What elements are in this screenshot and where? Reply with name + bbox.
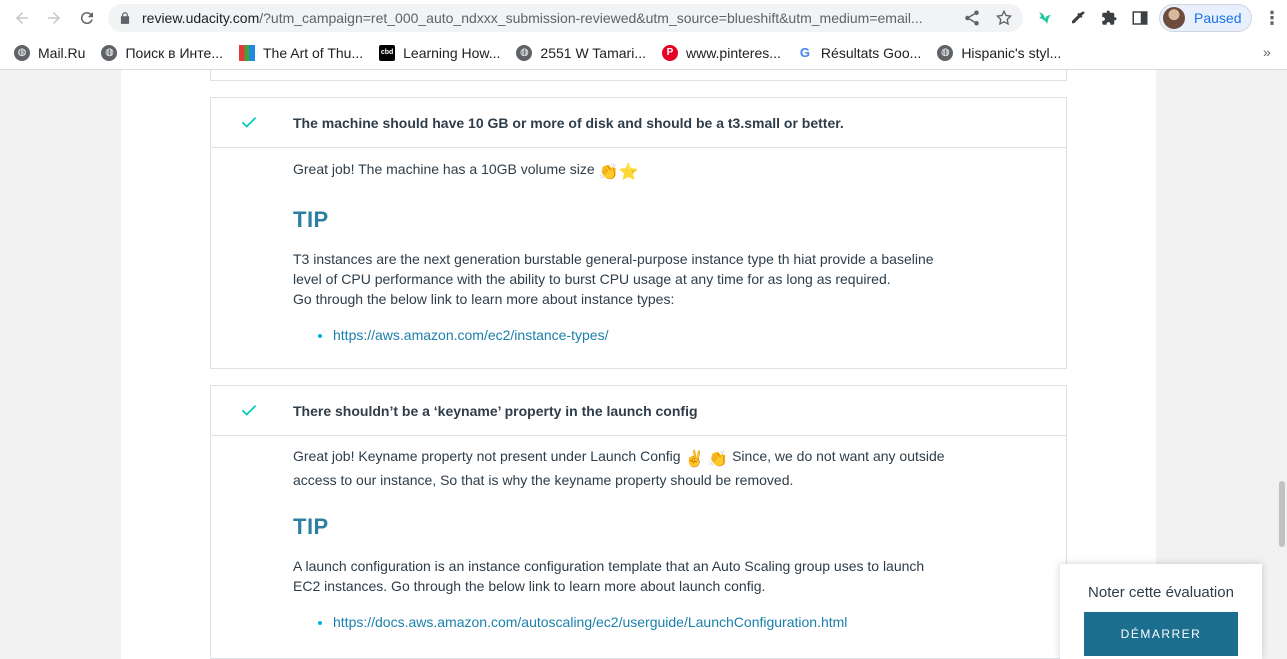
extension-dropper-icon[interactable] [1068, 8, 1088, 28]
back-icon[interactable] [6, 2, 38, 34]
url-path: /?utm_campaign=ret_000_auto_ndxxx_submis… [259, 10, 923, 26]
profile-button[interactable]: Paused [1159, 4, 1252, 32]
star-icon: ⭐ [618, 164, 639, 181]
bookmark-search[interactable]: ◍ Поиск в Инте... [101, 44, 223, 61]
bookmark-learning[interactable]: cbd Learning How... [379, 44, 501, 61]
url-text[interactable]: review.udacity.com/?utm_campaign=ret_000… [142, 10, 952, 26]
start-rating-button[interactable]: DÉMARRER [1084, 612, 1238, 656]
grid-icon [238, 44, 255, 61]
bookmark-google[interactable]: G Résultats Goo... [796, 44, 922, 61]
clapping-hands-icon: 👏 [708, 451, 729, 468]
pinterest-icon: P [661, 44, 678, 61]
tip-line: Go through the below link to learn more … [293, 291, 675, 307]
tip-line: EC2 instances. Go through the below link… [293, 578, 766, 594]
comment-line: access to our instance, So that is why t… [293, 472, 794, 488]
bookmarks-overflow-icon[interactable]: » [1263, 44, 1271, 60]
tip-text: A launch configuration is an instance co… [293, 556, 976, 596]
share-icon[interactable] [963, 9, 981, 27]
launch-config-link[interactable]: https://docs.aws.amazon.com/autoscaling/… [333, 614, 847, 630]
tip-text: T3 instances are the next generation bur… [293, 249, 976, 309]
address-bar[interactable]: review.udacity.com/?utm_campaign=ret_000… [108, 4, 1023, 32]
rubric-item-header: The machine should have 10 GB or more of… [211, 98, 1066, 148]
comment-text: Great job! Keyname property not present … [293, 446, 976, 490]
browser-toolbar: review.udacity.com/?utm_campaign=ret_000… [0, 0, 1287, 36]
star-bookmark-icon[interactable] [995, 9, 1013, 27]
lock-icon[interactable] [118, 11, 132, 25]
bookmark-label: Résultats Goo... [820, 44, 922, 61]
page-scrollbar[interactable] [1277, 70, 1287, 659]
tip-heading: TIP [293, 514, 329, 539]
rate-review-widget: Noter cette évaluation DÉMARRER [1060, 564, 1262, 659]
reviewer-comment: Great job! The machine has a 10GB volume… [211, 148, 1066, 345]
bookmark-pinterest[interactable]: P www.pinteres... [661, 44, 781, 61]
bookmark-address[interactable]: ◍ 2551 W Tamari... [516, 44, 646, 61]
globe-icon: ◍ [14, 44, 30, 61]
bookmark-hispanic[interactable]: ◍ Hispanic's styl... [937, 44, 1062, 61]
instance-types-link[interactable]: https://aws.amazon.com/ec2/instance-type… [333, 327, 608, 343]
bookmark-label: Learning How... [403, 44, 501, 61]
extension-bird-icon[interactable] [1035, 8, 1055, 28]
tip-line: T3 instances are the next generation bur… [293, 251, 934, 267]
profile-status: Paused [1194, 10, 1242, 26]
tip-line: level of CPU performance with the abilit… [293, 271, 891, 287]
bookmark-label: 2551 W Tamari... [540, 44, 646, 61]
bookmarks-bar: ◍ Mail.Ru ◍ Поиск в Инте... The Art of T… [0, 36, 1287, 70]
link-list: https://docs.aws.amazon.com/autoscaling/… [293, 612, 976, 632]
forward-icon[interactable] [38, 2, 70, 34]
avatar [1163, 7, 1185, 29]
globe-icon: ◍ [101, 44, 118, 61]
check-icon [242, 405, 256, 416]
globe-icon: ◍ [516, 44, 533, 61]
reviewer-comment: Great job! Keyname property not present … [211, 436, 1066, 632]
list-item: https://aws.amazon.com/ec2/instance-type… [333, 325, 976, 345]
previous-card-bottom [210, 70, 1067, 81]
rubric-item-keyname: There shouldn’t be a ‘keyname’ property … [210, 385, 1067, 659]
bookmark-label: www.pinteres... [685, 44, 781, 61]
more-menu-icon[interactable]: ⋮ [1262, 8, 1282, 28]
reload-icon[interactable] [71, 2, 103, 34]
comment-text: Great job! The machine has a 10GB volume… [293, 159, 976, 183]
bookmark-label: Поиск в Инте... [125, 44, 223, 61]
rubric-item-title: There shouldn’t be a ‘keyname’ property … [293, 402, 698, 419]
tip-line: A launch configuration is an instance co… [293, 558, 925, 574]
bookmark-label: The Art of Thu... [262, 44, 364, 61]
rubric-item-disk-size: The machine should have 10 GB or more of… [210, 97, 1067, 369]
bookmark-label: Mail.Ru [38, 44, 86, 61]
scrollbar-thumb[interactable] [1279, 481, 1285, 547]
rubric-item-header: There shouldn’t be a ‘keyname’ property … [211, 386, 1066, 436]
list-item: https://docs.aws.amazon.com/autoscaling/… [333, 612, 976, 632]
side-panel-icon[interactable] [1130, 8, 1150, 28]
comment-line: Great job! Keyname property not present … [293, 448, 681, 464]
comment-line: Since, we do not want any outside [732, 448, 945, 464]
victory-hand-icon: ✌️ [684, 451, 705, 468]
bookmark-label: Hispanic's styl... [961, 44, 1062, 61]
bookmark-art[interactable]: The Art of Thu... [238, 44, 364, 61]
tip-heading: TIP [293, 207, 329, 232]
comment-line: Great job! The machine has a 10GB volume… [293, 161, 595, 177]
check-icon [242, 117, 256, 128]
rubric-item-title: The machine should have 10 GB or more of… [293, 114, 844, 131]
google-icon: G [796, 44, 813, 61]
clapping-hands-icon: 👏 [598, 164, 619, 181]
url-host: review.udacity.com [142, 10, 260, 26]
link-list: https://aws.amazon.com/ec2/instance-type… [293, 325, 976, 345]
rate-review-title: Noter cette évaluation [1088, 584, 1234, 601]
globe-icon: ◍ [937, 44, 954, 61]
cbd-icon: cbd [379, 44, 396, 61]
bookmark-mailru[interactable]: ◍ Mail.Ru [14, 44, 86, 61]
review-sheet: The machine should have 10 GB or more of… [121, 70, 1156, 659]
extensions-puzzle-icon[interactable] [1099, 8, 1119, 28]
